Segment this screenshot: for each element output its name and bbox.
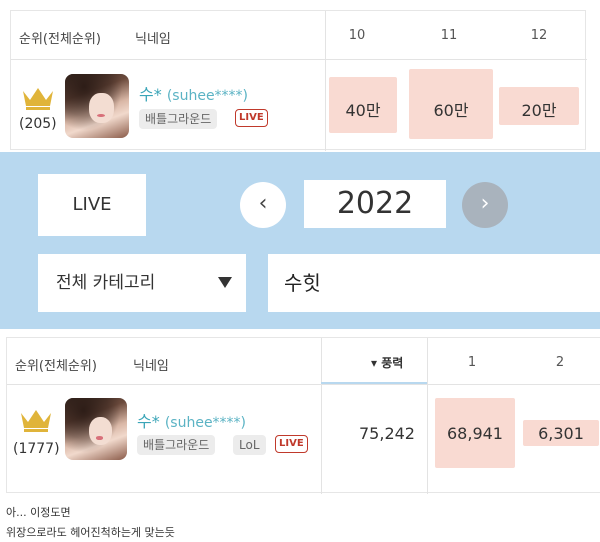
ranking-table-top: 순위(전체순위) 닉네임 10 11 12 (205) 수* (suhee***… [10,10,587,151]
value-poongryeok: 75,242 [359,424,415,443]
header-col-11: 11 [440,28,458,43]
search-panel: LIVE ‹ 2022 › 전체 카테고리 수힛 [0,152,600,329]
nickname-id: (suhee****) [166,88,249,104]
chevron-left-icon: ‹ [258,191,268,216]
next-year-button[interactable]: › [462,182,508,228]
header-col-12: 12 [530,28,548,43]
value-col-11: 60만 [433,101,469,120]
caret-down-icon [218,277,232,288]
ranking-table-bottom: 순위(전체순위) 닉네임 ▾ 풍력 1 2 (1777) 수* (suhee**… [6,337,600,494]
header-col-2: 2 [555,355,565,370]
category-tag: 배틀그라운드 [139,109,218,129]
caption-line-1: 아... 이정도면 [6,506,71,519]
category-select-label: 전체 카테고리 [56,273,156,293]
live-filter-button[interactable]: LIVE [38,174,146,236]
crown-icon [21,410,51,432]
header-nickname: 닉네임 [133,359,169,374]
sort-column-header[interactable]: ▾ 풍력 [371,354,403,371]
search-input[interactable]: 수힛 [268,254,600,312]
prev-year-button[interactable]: ‹ [240,182,286,228]
avatar [65,74,129,138]
nickname-link[interactable]: 수* (suhee****) [137,408,246,432]
nickname-main: 수* [139,85,162,104]
header-nickname: 닉네임 [135,32,171,47]
category-select[interactable]: 전체 카테고리 [38,254,246,312]
category-tag: LoL [233,435,266,455]
nickname-main: 수* [137,412,160,431]
value-col-12: 20만 [521,101,557,120]
category-tag: 배틀그라운드 [137,435,216,455]
year-display: 2022 [304,180,446,228]
nickname-id: (suhee****) [164,415,247,431]
header-rank: 순위(전체순위) [19,32,101,47]
header-rank: 순위(전체순위) [15,359,97,374]
overall-rank: (205) [19,116,57,132]
crown-icon [23,88,53,110]
header-col-10: 10 [348,28,366,43]
nickname-link[interactable]: 수* (suhee****) [139,81,248,105]
live-badge[interactable]: LIVE [275,435,308,453]
value-col-2: 6,301 [538,424,584,443]
caption-line-2: 위장으로라도 헤어진척하는게 맞는듯 [6,526,175,539]
overall-rank: (1777) [13,441,60,457]
header-col-1: 1 [467,355,477,370]
avatar [65,398,127,460]
live-badge[interactable]: LIVE [235,109,268,127]
chevron-right-icon: › [480,191,490,216]
value-col-10: 40만 [345,101,381,120]
value-col-1: 68,941 [447,424,503,443]
